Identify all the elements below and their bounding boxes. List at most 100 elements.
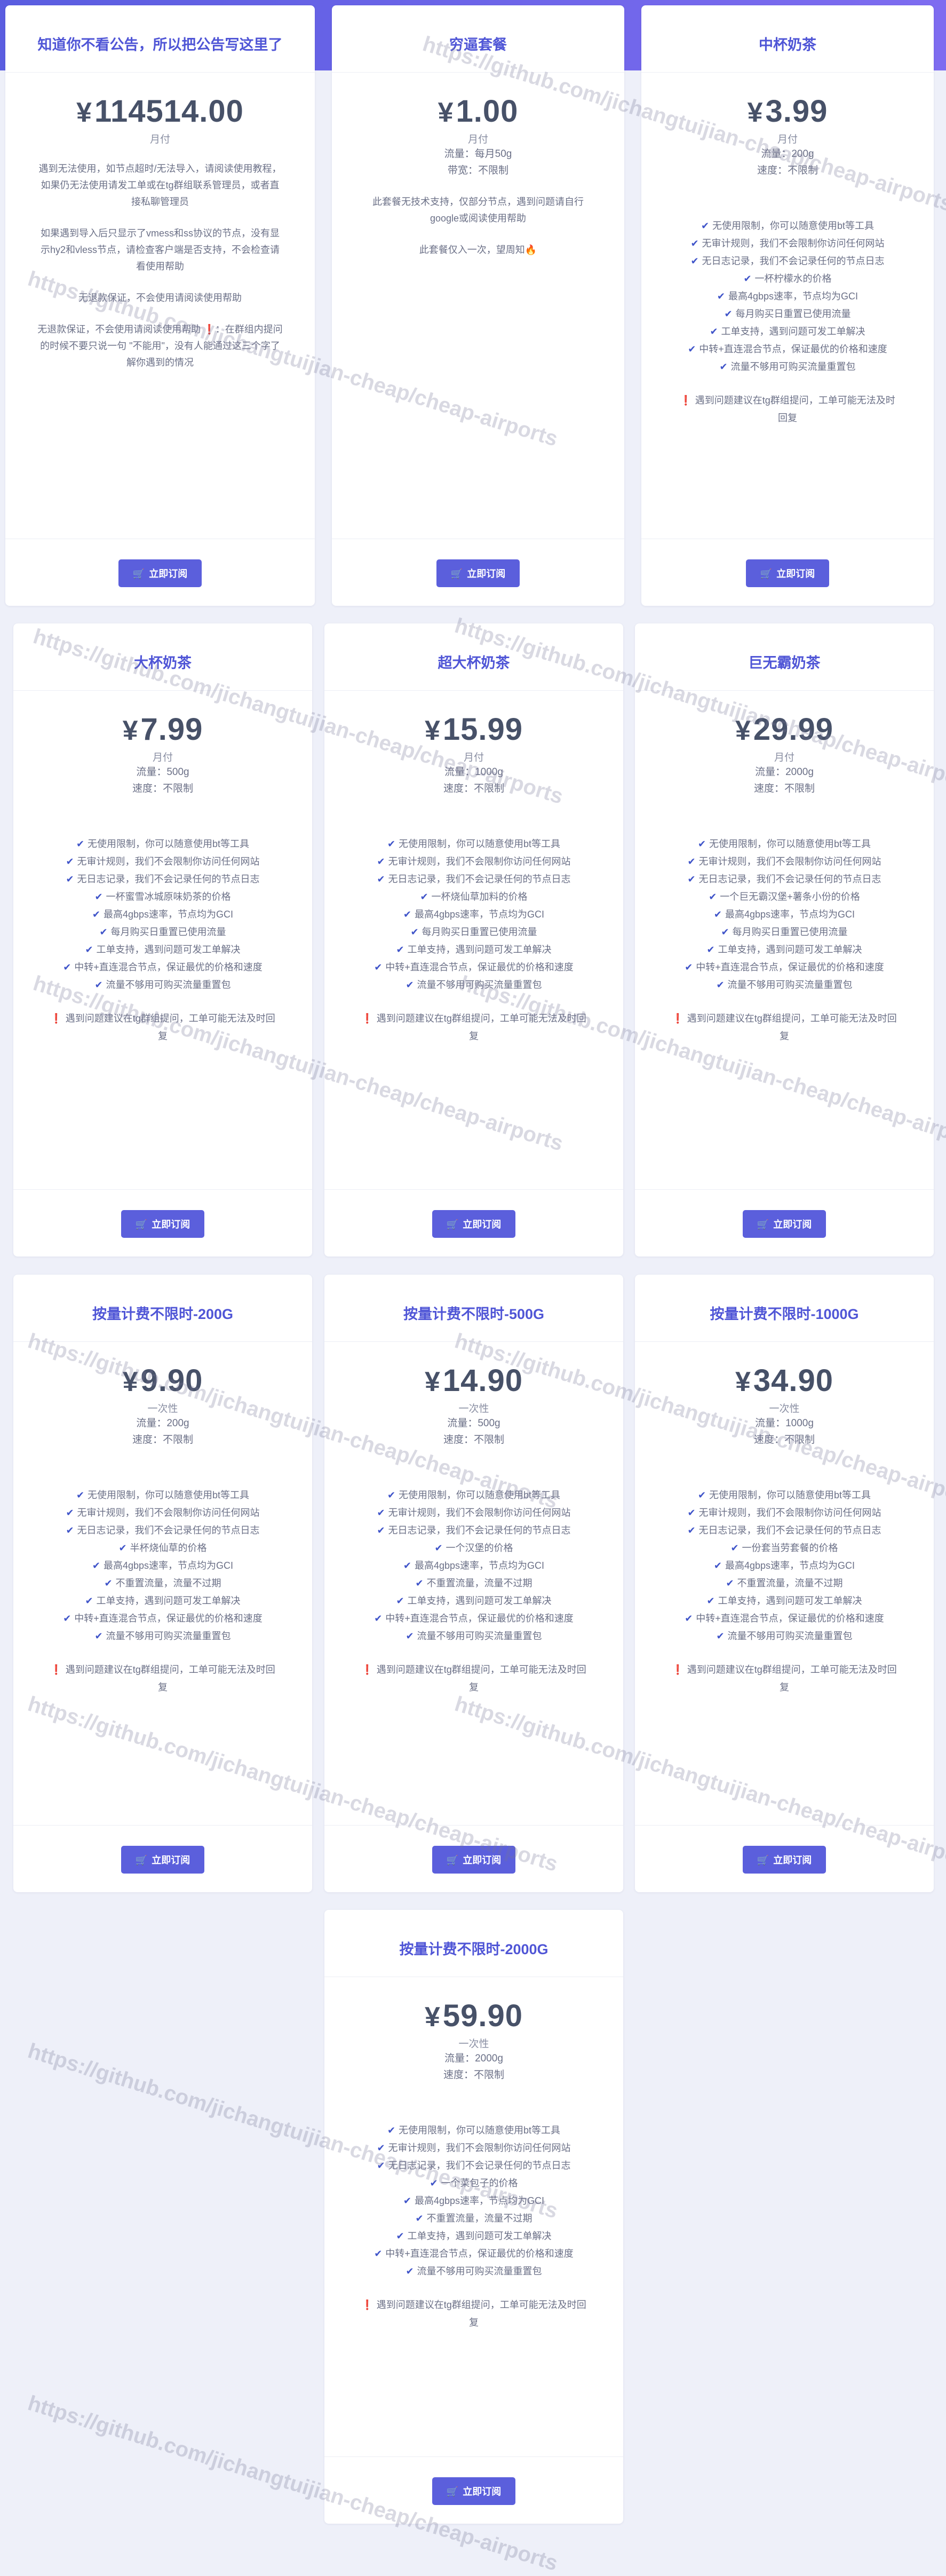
feature-item: ✔ 一杯蜜雪冰城原味奶茶的价格 [46,888,280,906]
feature-item: ✔ 流量不够用可购买流量重置包 [668,1627,901,1645]
card-footer: 🛒 立即订阅 [13,1189,312,1257]
feature-text: 工单支持，遇到问题可发工单解决 [721,326,865,337]
plan-card: 超大杯奶茶 ¥15.99 月付 流量：1000g 速度：不限制 ✔ 无使用限制，你可以随意使… [324,623,623,1257]
card-header: 穷逼套餐 [332,5,624,73]
plan-title: 大杯奶茶 [134,655,192,671]
check-icon: ✔ [85,944,93,955]
check-icon: ✔ [710,326,718,337]
feature-item: ✔ 无日志记录，我们不会记录任何的节点日志 [357,1522,591,1539]
check-icon: ✔ [94,1631,103,1641]
feature-item: ✔ 无日志记录，我们不会记录任何的节点日志 [668,871,901,888]
subscribe-button[interactable]: 🛒 立即订阅 [746,559,829,587]
check-icon: ✔ [387,1490,396,1500]
plan-card: 中杯奶茶 ¥3.99 月付 流量：200g 速度：不限制 ✔ 无使用限制，你可以随意使用bt… [641,5,934,606]
plan-card: 按量计费不限时-200G ¥9.90 一次性 流量：200g 速度：不限制 ✔ 无使用限制，… [13,1275,312,1892]
feature-item: ✔ 工单支持，遇到问题可发工单解决 [46,941,280,959]
check-icon: ✔ [94,979,103,990]
card-header: 按量计费不限时-500G [324,1275,623,1342]
feature-text: 无审计规则，我们不会限制你访问任何网站 [77,1507,260,1518]
check-icon: ✔ [713,909,722,920]
subscribe-label: 立即订阅 [149,568,188,579]
feature-text: 工单支持，遇到问题可发工单解决 [96,1595,241,1606]
feature-item: ✔ 无使用限制，你可以随意使用bt等工具 [357,1487,591,1504]
description-paragraph: 如果遇到导入后只显示了vmess和ss协议的节点，没有显示hy2和vless节点… [40,228,280,272]
feature-text: 最高4gbps速率，节点均为GCI [725,1560,855,1571]
feature-text: 工单支持，遇到问题可发工单解决 [718,944,862,955]
feature-text: 无使用限制，你可以随意使用bt等工具 [88,1490,250,1500]
plan-spec: 速度：不限制 [132,783,193,794]
note-text: 遇到问题建议在tg群组提问，工单可能无法及时回复 [65,1664,275,1693]
check-icon: ✔ [99,927,108,937]
support-note: ❗ 遇到问题建议在tg群组提问，工单可能无法及时回复 [360,1661,587,1696]
billing-period: 月付 [777,134,798,145]
feature-item: ✔ 流量不够用可购买流量重置包 [357,976,591,994]
subscribe-button[interactable]: 🛒 立即订阅 [121,1846,204,1874]
plan-card: 大杯奶茶 ¥7.99 月付 流量：500g 速度：不限制 ✔ 无使用限制，你可以随意使用bt… [13,623,312,1257]
feature-text: 无审计规则，我们不会限制你访问任何网站 [702,238,885,249]
check-icon: ✔ [104,1578,113,1589]
plan-spec: 流量：200g [761,148,814,160]
note-text: 遇到问题建议在tg群组提问，工单可能无法及时回复 [376,2300,586,2328]
feature-item: ✔ 无使用限制，你可以随意使用bt等工具 [357,2122,591,2139]
billing-period: 一次性 [458,1403,489,1415]
support-note: ❗ 遇到问题建议在tg群组提问，工单可能无法及时回复 [671,1661,898,1696]
feature-item: ✔ 最高4gbps速率，节点均为GCI [668,1557,901,1575]
feature-text: 中转+直连混合节点，保证最优的价格和速度 [74,962,263,973]
feature-item: ✔ 无使用限制，你可以随意使用bt等工具 [673,217,901,235]
subscribe-button[interactable]: 🛒 立即订阅 [121,1210,204,1238]
currency-symbol: ¥ [747,97,764,128]
check-icon: ✔ [66,856,74,867]
check-icon: ✔ [374,2248,383,2259]
subscribe-button[interactable]: 🛒 立即订阅 [432,1846,515,1874]
check-icon: ✔ [430,2178,438,2188]
feature-text: 最高4gbps速率，节点均为GCI [104,1560,234,1571]
feature-text: 一杯烧仙草加料的价格 [431,891,528,902]
subscribe-label: 立即订阅 [467,568,506,579]
exclamation-icon: ❗ [361,2300,373,2310]
support-note: ❗ 遇到问题建议在tg群组提问，工单可能无法及时回复 [360,2296,587,2332]
note-text: 遇到问题建议在tg群组提问，工单可能无法及时回复 [687,1664,897,1693]
feature-item: ✔ 每月购买日重置已使用流量 [46,923,280,941]
check-icon: ✔ [377,1525,385,1536]
price-amount: 15.99 [442,712,523,747]
feature-item: ✔ 工单支持，遇到问题可发工单解决 [357,941,591,959]
subscribe-button[interactable]: 🛒 立即订阅 [432,1210,515,1238]
feature-item: ✔ 无审计规则，我们不会限制你访问任何网站 [668,853,901,871]
subscribe-button[interactable]: 🛒 立即订阅 [432,2477,515,2505]
feature-item: ✔ 无审计规则，我们不会限制你访问任何网站 [46,853,280,871]
check-icon: ✔ [717,291,726,302]
exclamation-icon: ❗ [672,1013,684,1024]
feature-list: ✔ 无使用限制，你可以随意使用bt等工具 ✔ 无审计规则，我们不会限制你访问任何网站 ✔… [46,835,280,994]
feature-text: 中转+直连混合节点，保证最优的价格和速度 [74,1613,263,1624]
check-icon: ✔ [406,1631,414,1641]
subscribe-button[interactable]: 🛒 立即订阅 [743,1846,826,1874]
feature-text: 最高4gbps速率，节点均为GCI [415,1560,545,1571]
check-icon: ✔ [406,2266,414,2277]
subscribe-label: 立即订阅 [152,1855,190,1866]
plan-spec: 流量：1000g [444,767,503,778]
plan-title: 按量计费不限时-1000G [710,1306,859,1322]
price-amount: 59.90 [442,1998,523,2033]
note-text: 遇到问题建议在tg群组提问，工单可能无法及时回复 [376,1664,586,1693]
plan-description: 此套餐无技术支持，仅部分节点，遇到问题请自行google或阅读使用帮助 此套餐仅入… [361,194,595,258]
feature-text: 每月购买日重置已使用流量 [732,927,848,937]
subscribe-button[interactable]: 🛒 立即订阅 [436,559,520,587]
feature-text: 无日志记录，我们不会记录任何的节点日志 [388,2160,571,2171]
check-icon: ✔ [685,962,693,973]
feature-item: ✔ 工单支持，遇到问题可发工单解决 [357,1592,591,1610]
check-icon: ✔ [92,1560,101,1571]
subscribe-button[interactable]: 🛒 立即订阅 [118,559,202,587]
check-icon: ✔ [92,909,101,920]
feature-text: 无审计规则，我们不会限制你访问任何网站 [388,2143,571,2153]
feature-item: ✔ 无日志记录，我们不会记录任何的节点日志 [673,252,901,270]
check-icon: ✔ [701,220,710,231]
subscribe-button[interactable]: 🛒 立即订阅 [743,1210,826,1238]
feature-item: ✔ 无审计规则，我们不会限制你访问任何网站 [357,2139,591,2157]
feature-item: ✔ 中转+直连混合节点，保证最优的价格和速度 [357,959,591,976]
feature-text: 一杯蜜雪冰城原味奶茶的价格 [106,891,231,902]
feature-text: 一个汉堡的价格 [446,1543,513,1553]
billing-period: 一次性 [147,1403,178,1415]
feature-text: 半杯烧仙草的价格 [130,1543,207,1553]
feature-item: ✔ 中转+直连混合节点，保证最优的价格和速度 [668,1610,901,1627]
check-icon: ✔ [410,927,419,937]
